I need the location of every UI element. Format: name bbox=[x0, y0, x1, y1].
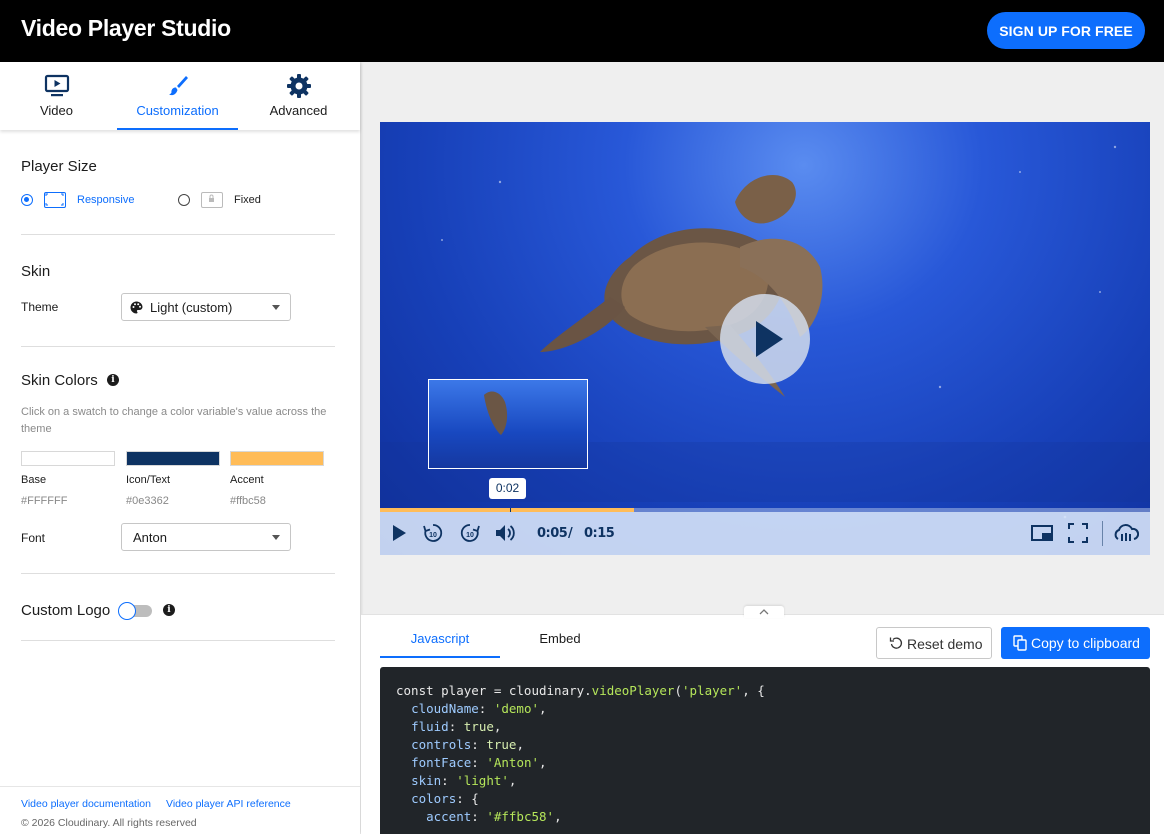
code-line: accent: '#ffbc58', bbox=[426, 809, 562, 824]
forward-10-icon[interactable]: 10 bbox=[459, 522, 481, 544]
code-line: colors: { bbox=[411, 791, 479, 806]
gear-icon bbox=[286, 74, 311, 98]
accent-swatch[interactable] bbox=[230, 451, 324, 466]
code-line: fluid: true, bbox=[411, 719, 502, 734]
reset-demo-label: Reset demo bbox=[907, 636, 983, 652]
docs-link[interactable]: Video player documentation bbox=[21, 798, 151, 810]
skin-title: Skin bbox=[21, 263, 51, 280]
control-bar: 10 10 0:05 / 0:15 bbox=[380, 512, 1150, 555]
sidebar-footer: Video player documentation Video player … bbox=[0, 786, 360, 834]
tab-customization[interactable]: Customization bbox=[117, 62, 238, 130]
volume-icon[interactable] bbox=[494, 522, 516, 544]
divider bbox=[21, 346, 335, 347]
code-line: cloudName: 'demo', bbox=[411, 701, 547, 716]
video-player[interactable]: 0:02 10 10 0:05 / 0:15 bbox=[380, 122, 1150, 555]
info-icon[interactable]: i bbox=[163, 604, 175, 616]
chevron-down-icon bbox=[272, 305, 280, 310]
seek-preview-thumbnail bbox=[428, 379, 588, 469]
icon-text-swatch[interactable] bbox=[126, 451, 220, 466]
api-reference-link[interactable]: Video player API reference bbox=[166, 798, 291, 810]
swatch-hex: #FFFFFF bbox=[21, 495, 68, 507]
copy-icon bbox=[1013, 635, 1027, 651]
duration: 0:15 bbox=[584, 526, 615, 541]
font-select-value: Anton bbox=[133, 530, 167, 545]
video-screen-icon bbox=[44, 74, 69, 97]
player-size-title: Player Size bbox=[21, 158, 97, 175]
active-tab-underline bbox=[380, 656, 500, 658]
code-line: fontFace: 'Anton', bbox=[411, 755, 547, 770]
fixed-label[interactable]: Fixed bbox=[234, 194, 261, 206]
base-swatch[interactable] bbox=[21, 451, 115, 466]
fullscreen-icon[interactable] bbox=[1067, 522, 1089, 544]
rewind-10-icon[interactable]: 10 bbox=[422, 522, 444, 544]
swatch-name: Accent bbox=[230, 474, 264, 486]
code-line: skin: 'light', bbox=[411, 773, 517, 788]
sidebar-tabs: Video Customization Advanced bbox=[0, 62, 360, 130]
toggle-knob bbox=[118, 602, 136, 620]
divider bbox=[21, 573, 335, 574]
big-play-button[interactable] bbox=[720, 294, 810, 384]
code-line: controls: true, bbox=[411, 737, 524, 752]
custom-logo-title: Custom Logo bbox=[21, 602, 111, 619]
tab-advanced-label: Advanced bbox=[269, 103, 328, 118]
custom-logo-toggle[interactable] bbox=[118, 602, 152, 620]
code-panel: Javascript Embed Reset demo Copy to clip… bbox=[361, 606, 1164, 834]
tab-embed-label: Embed bbox=[539, 631, 581, 646]
tab-javascript-label: Javascript bbox=[410, 631, 470, 646]
theme-select[interactable]: Light (custom) bbox=[121, 293, 291, 321]
code-block[interactable]: const player = cloudinary.videoPlayer('p… bbox=[380, 667, 1150, 834]
tab-advanced[interactable]: Advanced bbox=[242, 62, 355, 130]
reset-icon bbox=[889, 637, 903, 649]
play-icon[interactable] bbox=[388, 522, 410, 544]
cloudinary-logo-icon[interactable] bbox=[1113, 522, 1139, 544]
info-icon[interactable]: i bbox=[107, 374, 119, 386]
picture-in-picture-icon[interactable] bbox=[1031, 522, 1053, 544]
tab-customization-label: Customization bbox=[136, 103, 219, 118]
code-line: const player = cloudinary.videoPlayer('p… bbox=[396, 683, 765, 698]
reset-demo-button[interactable]: Reset demo bbox=[876, 627, 992, 659]
svg-text:10: 10 bbox=[466, 532, 474, 539]
seek-time-tooltip: 0:02 bbox=[489, 478, 526, 499]
fixed-radio[interactable] bbox=[178, 194, 190, 206]
fixed-size-icon bbox=[201, 192, 223, 208]
chevron-up-icon bbox=[759, 609, 769, 615]
font-label: Font bbox=[21, 531, 46, 545]
theme-select-value: Light (custom) bbox=[150, 300, 233, 315]
tab-video-label: Video bbox=[39, 103, 73, 118]
turtle-image bbox=[540, 174, 823, 397]
chevron-down-icon bbox=[272, 535, 280, 540]
responsive-label[interactable]: Responsive bbox=[77, 194, 134, 206]
copyright: © 2026 Cloudinary. All rights reserved bbox=[21, 817, 197, 829]
divider bbox=[21, 234, 335, 235]
palette-icon bbox=[130, 301, 143, 314]
copy-to-clipboard-button[interactable]: Copy to clipboard bbox=[1001, 627, 1150, 659]
app-title: Video Player Studio bbox=[21, 15, 231, 41]
swatch-name: Base bbox=[21, 474, 47, 486]
sidebar: Video Customization Advanced Player Size… bbox=[0, 62, 360, 834]
swatch-hex: #0e3362 bbox=[126, 495, 169, 507]
theme-label: Theme bbox=[21, 300, 59, 314]
top-bar: Video Player Studio SIGN UP FOR FREE bbox=[0, 0, 1164, 62]
responsive-radio[interactable] bbox=[21, 194, 33, 206]
svg-text:10: 10 bbox=[429, 532, 437, 539]
collapse-panel-button[interactable] bbox=[744, 606, 784, 618]
tab-embed[interactable]: Embed bbox=[500, 631, 620, 646]
brush-icon bbox=[168, 76, 188, 96]
swatch-hex: #ffbc58 bbox=[230, 495, 266, 507]
responsive-size-icon bbox=[44, 192, 66, 208]
current-time: 0:05 bbox=[537, 526, 568, 541]
skin-colors-title: Skin Colors bbox=[21, 372, 98, 389]
font-select[interactable]: Anton bbox=[121, 523, 291, 551]
tab-javascript[interactable]: Javascript bbox=[380, 631, 500, 658]
divider bbox=[21, 640, 335, 641]
skin-colors-hint: Click on a swatch to change a color vari… bbox=[21, 406, 327, 435]
time-separator: / bbox=[568, 526, 573, 541]
copy-to-clipboard-label: Copy to clipboard bbox=[1031, 635, 1140, 651]
sign-up-button[interactable]: SIGN UP FOR FREE bbox=[987, 12, 1145, 49]
tab-video[interactable]: Video bbox=[0, 62, 113, 130]
swatch-name: Icon/Text bbox=[126, 474, 171, 486]
control-divider bbox=[1102, 521, 1103, 546]
